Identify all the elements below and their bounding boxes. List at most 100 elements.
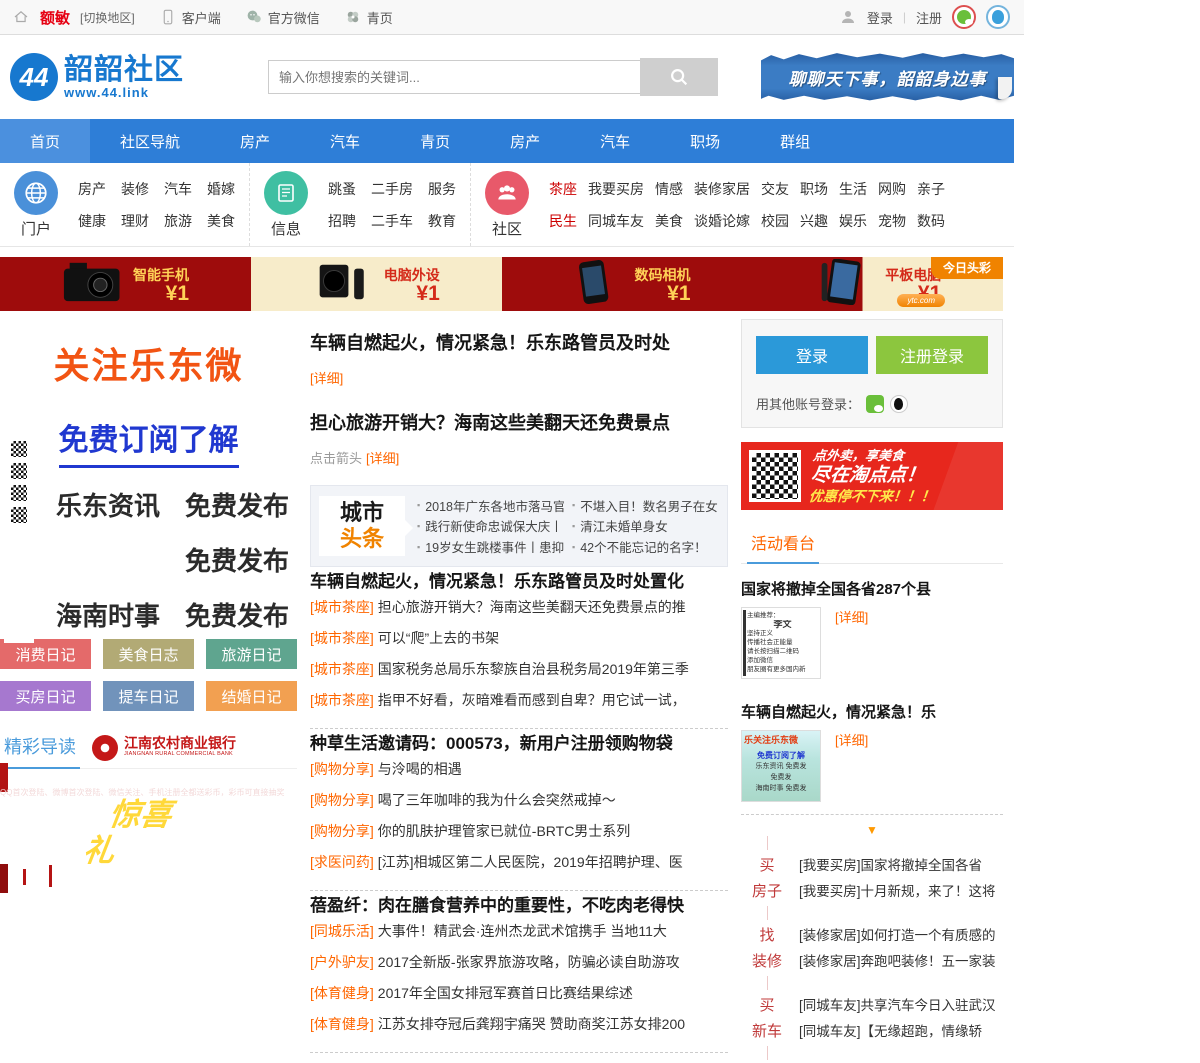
subnav-group-label[interactable]: 社区: [492, 218, 522, 239]
deal-segment-1[interactable]: 电脑外设¥1: [251, 257, 502, 311]
news-item[interactable]: [体育健身]2017年全国女排冠军赛首日比赛结果综述: [310, 985, 633, 1001]
diary-button[interactable]: 提车日记: [103, 681, 194, 711]
detail-link[interactable]: [详细]: [835, 730, 868, 749]
quick-link[interactable]: [我要买房]国家将撤掉全国各省: [799, 858, 982, 873]
activity-item-title[interactable]: 车辆自燃起火，情况紧急！乐: [741, 701, 1003, 722]
qq-login-icon[interactable]: [890, 395, 908, 413]
news-headline[interactable]: 车辆自燃起火，情况紧急！乐东路管员及时处置化: [310, 572, 684, 591]
subnav-link[interactable]: 旅游: [164, 211, 192, 231]
diary-button[interactable]: 美食日志: [103, 639, 194, 669]
subnav-link[interactable]: 情感: [655, 179, 683, 199]
deal-segment-3[interactable]: 平板电脑¥1今日头彩ytc.com: [752, 257, 1003, 311]
headline-link[interactable]: ▪不堪入目！数名男子在女: [572, 495, 719, 516]
news-item[interactable]: [购物分享]喝了三年咖啡的我为什么会突然戒掉～: [310, 792, 616, 808]
people-icon[interactable]: [485, 171, 529, 215]
news-item[interactable]: [城市茶座]指甲不好看，灰暗难看而感到自卑？用它试一试，: [310, 692, 686, 708]
subnav-link[interactable]: 装修家居: [694, 179, 750, 199]
takeout-ad[interactable]: 点外卖，享美食 尽在淘点点！ 优惠停不下来！！！: [741, 442, 1003, 510]
news-item[interactable]: [体育健身]江苏女排夺冠后龚翔宇痛哭 赞助商奖江苏女排200: [310, 1016, 685, 1032]
detail-link[interactable]: [详细]: [835, 607, 868, 626]
activity-thumbnail[interactable]: 乐关注乐东微免费订阅了解乐东资讯 免费发免费发海南时事 免费发: [741, 730, 821, 802]
headline-link[interactable]: ▪践行新使命忠诚保大庆丨: [417, 516, 564, 537]
subnav-link[interactable]: 房产: [78, 179, 106, 199]
subnav-link[interactable]: 同城车友: [588, 211, 644, 231]
globe-icon[interactable]: [14, 171, 58, 215]
headline-link[interactable]: ▪19岁女生跳楼事件丨患抑: [417, 536, 564, 557]
subnav-link[interactable]: 生活: [839, 179, 867, 199]
nav-item-8[interactable]: 群组: [750, 119, 840, 163]
nav-item-5[interactable]: 房产: [480, 119, 570, 163]
diary-button[interactable]: 消费日记: [0, 639, 91, 669]
subnav-link[interactable]: 健康: [78, 211, 106, 231]
slogan-banner-ad[interactable]: 聊聊天下事，韶韶身边事: [761, 51, 1014, 103]
subnav-link[interactable]: 装修: [121, 179, 149, 199]
newspaper-icon[interactable]: [264, 171, 308, 215]
subnav-link[interactable]: 民生: [549, 211, 577, 231]
quick-link[interactable]: [同城车友]共享汽车今日入驻武汉: [799, 998, 996, 1013]
news-item[interactable]: [购物分享]与泠喝的相遇: [310, 761, 462, 777]
subnav-link[interactable]: 服务: [428, 179, 456, 199]
wechat-official-link[interactable]: 官方微信: [245, 8, 320, 27]
subnav-link[interactable]: 婚嫁: [207, 179, 235, 199]
news-item[interactable]: [求医问药][江苏]相城区第二人民医院，2019年招聘护理、医: [310, 854, 683, 870]
register-login-button[interactable]: 注册登录: [876, 336, 988, 374]
register-gift-ad[interactable]: QQ首次登陆、微博首次登陆、微信关注、手机注册全都送彩币，彩币可直接抽奖 注册有…: [0, 763, 297, 893]
subnav-link[interactable]: 谈婚论嫁: [694, 211, 750, 231]
subnav-link[interactable]: 美食: [207, 211, 235, 231]
subnav-link[interactable]: 跳蚤: [328, 179, 356, 199]
wechat-login-icon[interactable]: [952, 5, 976, 29]
diary-button[interactable]: 旅游日记: [206, 639, 297, 669]
login-link[interactable]: 登录: [867, 8, 893, 27]
login-button[interactable]: 登录: [756, 336, 868, 374]
collapse-arrow-icon[interactable]: ▼: [741, 825, 1003, 835]
news-headline[interactable]: 蓓盈纤：肉在膳食营养中的重要性，不吃肉老得快: [310, 896, 684, 915]
subnav-link[interactable]: 数码: [917, 211, 945, 231]
nav-item-4[interactable]: 青页: [390, 119, 480, 163]
news-item[interactable]: [购物分享]你的肌肤护理管家已就位-BRTC男士系列: [310, 823, 630, 839]
headline-link[interactable]: ▪42个不能忘记的名字！: [572, 536, 719, 557]
headline-link[interactable]: ▪2018年广东各地市落马官: [417, 495, 564, 516]
subnav-link[interactable]: 校园: [761, 211, 789, 231]
quick-link[interactable]: [装修家居]奔跑吧装修！五一家装: [799, 954, 996, 969]
bank-logo[interactable]: 江南农村商业银行 JIANGNAN RURAL COMMERCIAL BANK: [92, 735, 236, 761]
news-item[interactable]: [城市茶座]担心旅游开销大？海南这些美翻天还免费景点的推: [310, 599, 686, 615]
subnav-link[interactable]: 二手车: [371, 211, 413, 231]
activity-item-title[interactable]: 国家将撤掉全国各省287个县: [741, 578, 1003, 599]
site-logo[interactable]: 44 韶韶社区 www.44.link: [10, 53, 258, 101]
subnav-link[interactable]: 招聘: [328, 211, 356, 231]
qq-login-icon[interactable]: [986, 5, 1010, 29]
nav-item-7[interactable]: 职场: [660, 119, 750, 163]
subnav-link[interactable]: 二手房: [371, 179, 413, 199]
activity-thumbnail[interactable]: 主编推荐：李文坚持正义传播社会正能量请长按扫描二维码添加微信朋友圈有更多国内新: [741, 607, 821, 679]
headline-link[interactable]: ▪清江未婚单身女: [572, 516, 719, 537]
nav-item-1[interactable]: 社区导航: [90, 119, 210, 163]
quick-link[interactable]: [装修家居]如何打造一个有质感的: [799, 928, 996, 943]
nav-item-6[interactable]: 汽车: [570, 119, 660, 163]
nav-item-3[interactable]: 汽车: [300, 119, 390, 163]
news-item[interactable]: [户外驴友]2017全新版-张家界旅游攻略，防骗必读自助游攻: [310, 954, 680, 970]
quick-link[interactable]: [同城车友]【无缘超跑，情缘轿: [799, 1024, 982, 1039]
subnav-link[interactable]: 汽车: [164, 179, 192, 199]
wechat-login-icon[interactable]: [866, 395, 884, 413]
subnav-link[interactable]: 理财: [121, 211, 149, 231]
news-item[interactable]: [城市茶座]国家税务总局乐东黎族自治县税务局2019年第三季: [310, 661, 689, 677]
register-link[interactable]: 注册: [916, 8, 942, 27]
diary-button[interactable]: 买房日记: [0, 681, 91, 711]
news-headline[interactable]: 种草生活邀请码：000573，新用户注册领购物袋: [310, 734, 673, 753]
subnav-link[interactable]: 我要买房: [588, 179, 644, 199]
client-link[interactable]: 客户端: [159, 8, 221, 27]
subnav-link[interactable]: 职场: [800, 179, 828, 199]
subnav-link[interactable]: 娱乐: [839, 211, 867, 231]
home-icon[interactable]: [12, 8, 30, 26]
subnav-link[interactable]: 宠物: [878, 211, 906, 231]
subnav-group-label[interactable]: 信息: [271, 218, 301, 239]
subnav-link[interactable]: 兴趣: [800, 211, 828, 231]
story-title[interactable]: 车辆自燃起火，情况紧急！乐东路管员及时处: [310, 333, 670, 353]
subnav-group-label[interactable]: 门户: [21, 218, 51, 239]
nav-item-2[interactable]: 房产: [210, 119, 300, 163]
subnav-link[interactable]: 茶座: [549, 179, 577, 199]
region-link[interactable]: 额敏: [40, 7, 70, 28]
nav-item-0[interactable]: 首页: [0, 119, 90, 163]
detail-link[interactable]: [详细]: [366, 451, 399, 466]
deal-segment-0[interactable]: 智能手机¥1: [0, 257, 251, 311]
